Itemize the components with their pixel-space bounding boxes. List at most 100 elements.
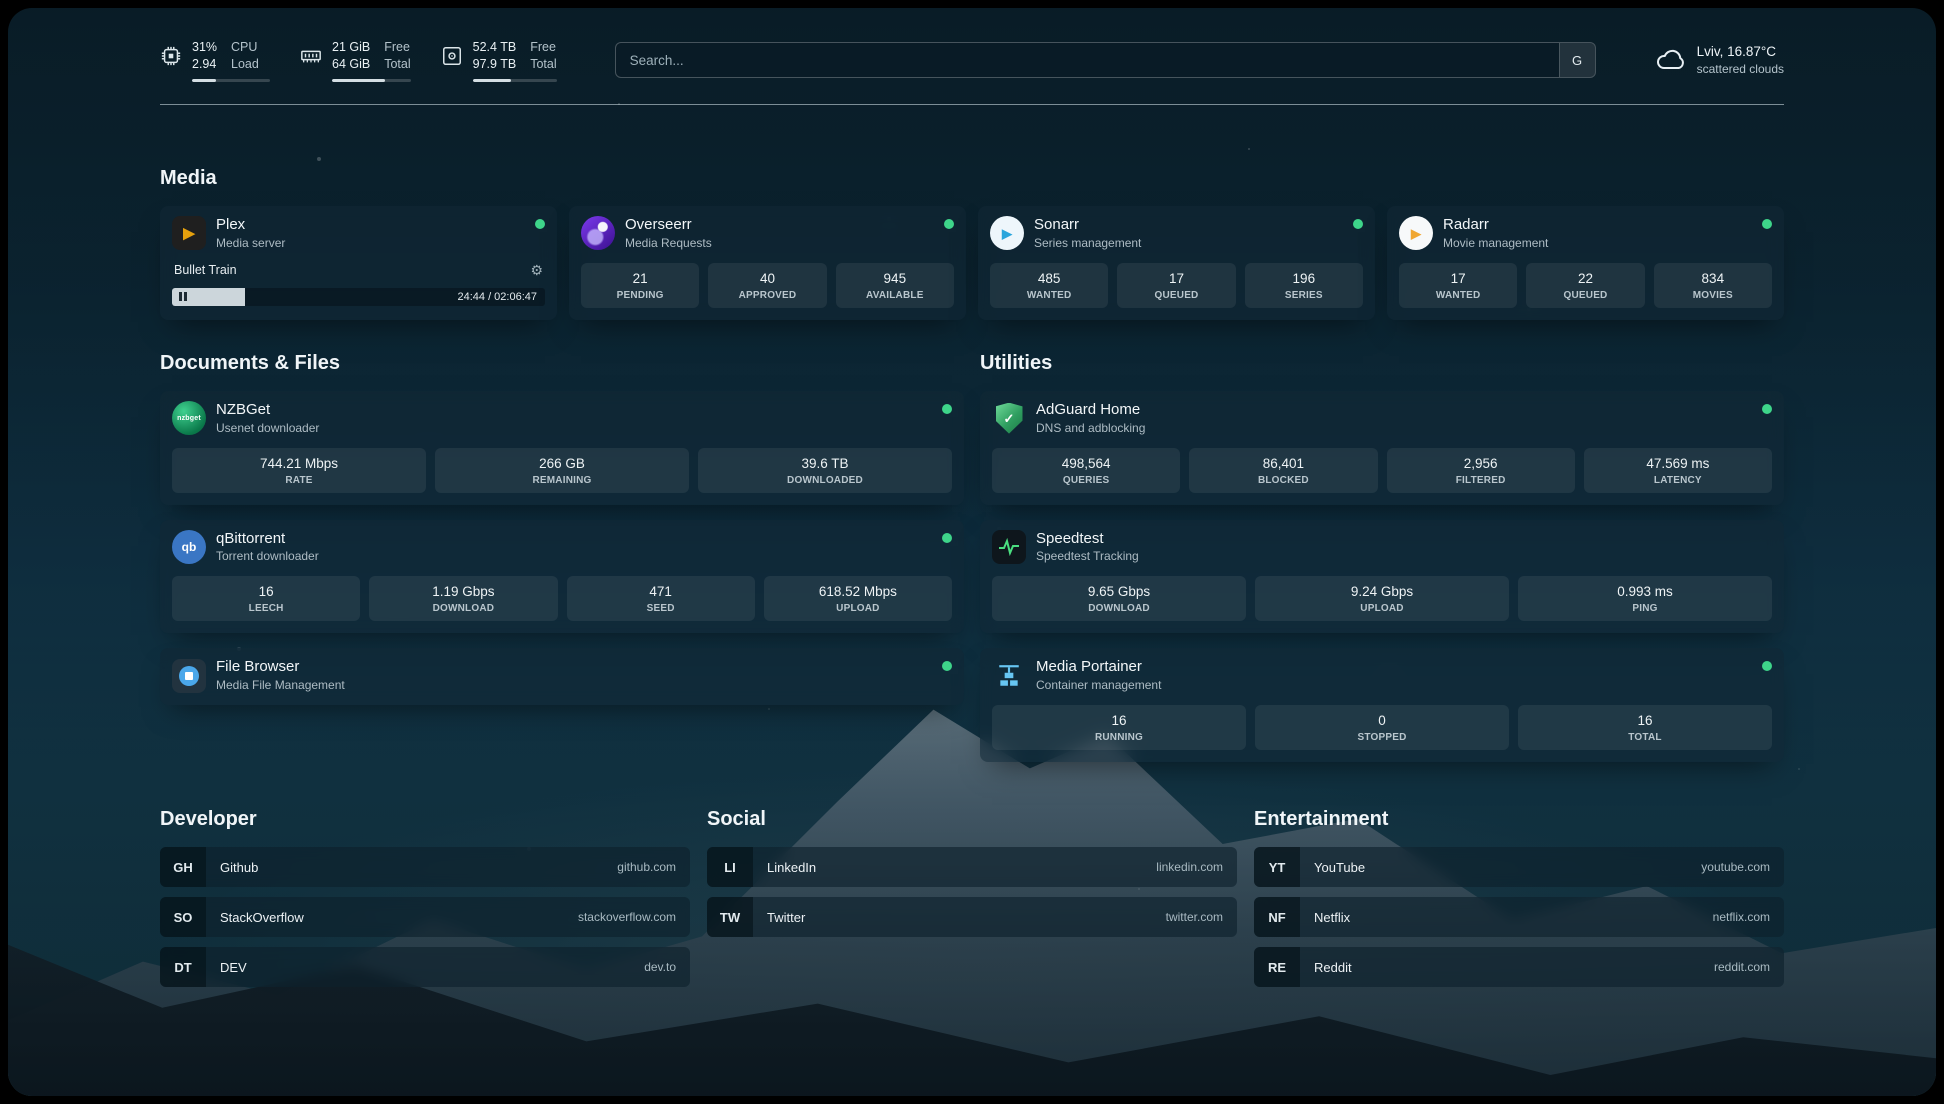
developer-bookmarks: Developer GH Github github.com SO StackO… [160,808,690,987]
stat-approved: 40 APPROVED [708,263,826,308]
service-card-sonarr[interactable]: ▶ Sonarr Series management 485 WANTED 17… [978,206,1375,320]
stat-running: 16 RUNNING [992,705,1246,750]
filebrowser-card-header: File Browser Media File Management [172,658,952,693]
cpu-usage-bar-fill [192,79,216,82]
service-subtitle: Usenet downloader [216,421,319,436]
qbittorrent-card-header: qb qBittorrent Torrent downloader [172,530,952,565]
cpu-load-value: 2.94 [192,56,217,74]
bookmark-name: Netflix [1314,910,1350,925]
topbar-divider [160,104,1784,105]
status-dot [1762,219,1772,229]
service-card-overseerr[interactable]: Overseerr Media Requests 21 PENDING 40 A… [569,206,966,320]
cpu-label-top: CPU [231,39,259,57]
playback-progress-bar[interactable]: 24:44 / 02:06:47 [172,288,545,306]
shield-icon: ✓ [996,403,1023,434]
stat-movies: 834 MOVIES [1654,263,1772,308]
disk-total-value: 97.9 TB [473,56,517,74]
memory-stats: 21 GiB 64 GiB Free Total [332,39,411,82]
bookmark-url: stackoverflow.com [578,910,676,924]
status-dot [1353,219,1363,229]
memory-resource-widget: 21 GiB 64 GiB Free Total [300,39,411,82]
status-dot [1762,661,1772,671]
documents-section: Documents & Files nzbget NZBGet Usenet d… [160,352,964,762]
memory-label-total: Total [384,56,410,74]
disk-label-free: Free [530,39,556,57]
media-section: ▶ Plex Media server Bullet Train ⚙ 24:44… [160,206,1784,320]
bookmark-twitter[interactable]: TW Twitter twitter.com [707,897,1237,937]
speedtest-icon [992,530,1026,564]
now-playing-row: Bullet Train ⚙ [172,260,545,281]
service-name: AdGuard Home [1036,401,1145,420]
bookmark-name: Reddit [1314,960,1352,975]
service-name: Media Portainer [1036,658,1161,677]
service-subtitle: DNS and adblocking [1036,421,1145,436]
service-subtitle: Movie management [1443,236,1548,251]
filebrowser-title-block: File Browser Media File Management [216,658,345,693]
service-name: Plex [216,216,285,235]
service-card-nzbget[interactable]: nzbget NZBGet Usenet downloader 744.21 M… [160,391,964,505]
portainer-icon [992,659,1026,693]
service-name: Sonarr [1034,216,1141,235]
service-name: File Browser [216,658,345,677]
filebrowser-icon [172,659,206,693]
cpu-label-bottom: Load [231,56,259,74]
bookmark-netflix[interactable]: NF Netflix netflix.com [1254,897,1784,937]
service-card-speedtest[interactable]: Speedtest Speedtest Tracking 9.65 Gbps D… [980,520,1784,634]
bookmark-youtube[interactable]: YT YouTube youtube.com [1254,847,1784,887]
disk-usage-bar-fill [473,79,512,82]
documents-section-title: Documents & Files [160,352,964,375]
bookmark-dev[interactable]: DT DEV dev.to [160,947,690,987]
bookmark-abbr: YT [1254,847,1300,887]
bookmark-abbr: LI [707,847,753,887]
stat-available: 945 AVAILABLE [836,263,954,308]
service-card-portainer[interactable]: Media Portainer Container management 16 … [980,648,1784,762]
service-card-plex[interactable]: ▶ Plex Media server Bullet Train ⚙ 24:44… [160,206,557,320]
cpu-resource-widget: 31% 2.94 CPU Load [160,39,270,82]
stat-seed: 471 SEED [567,576,755,621]
bookmark-name: YouTube [1314,860,1365,875]
nzbget-card-header: nzbget NZBGet Usenet downloader [172,401,952,436]
stat-filtered: 2,956 FILTERED [1387,448,1575,493]
stat-queued: 22 QUEUED [1526,263,1644,308]
disk-free-value: 52.4 TB [473,39,517,57]
bookmark-linkedin[interactable]: LI LinkedIn linkedin.com [707,847,1237,887]
memory-usage-bar-fill [332,79,385,82]
disk-resource-widget: 52.4 TB 97.9 TB Free Total [441,39,557,82]
stat-download: 9.65 Gbps DOWNLOAD [992,576,1246,621]
portainer-stats: 16 RUNNING 0 STOPPED 16 TOTAL [992,705,1772,750]
stat-downloaded: 39.6 TB DOWNLOADED [698,448,952,493]
bookmark-reddit[interactable]: RE Reddit reddit.com [1254,947,1784,987]
service-subtitle: Container management [1036,678,1161,693]
social-bookmarks: Social LI LinkedIn linkedin.com TW Twitt… [707,808,1237,987]
service-subtitle: Torrent downloader [216,549,319,564]
search-provider-button[interactable]: G [1559,43,1595,77]
qbittorrent-stats: 16 LEECH 1.19 Gbps DOWNLOAD 471 SEED [172,576,952,621]
dashboard-content: 31% 2.94 CPU Load [8,8,1936,1096]
weather-condition: scattered clouds [1697,61,1784,77]
service-name: qBittorrent [216,530,319,549]
weather-location: Lviv, 16.87°C [1697,43,1784,61]
service-subtitle: Speedtest Tracking [1036,549,1139,564]
stat-queued: 17 QUEUED [1117,263,1235,308]
qbittorrent-title-block: qBittorrent Torrent downloader [216,530,319,565]
nzbget-title-block: NZBGet Usenet downloader [216,401,319,436]
bookmark-stackoverflow[interactable]: SO StackOverflow stackoverflow.com [160,897,690,937]
service-card-filebrowser[interactable]: File Browser Media File Management [160,648,964,705]
stat-remaining: 266 GB REMAINING [435,448,689,493]
service-card-radarr[interactable]: ▶ Radarr Movie management 17 WANTED 22 Q… [1387,206,1784,320]
service-subtitle: Series management [1034,236,1141,251]
radarr-title-block: Radarr Movie management [1443,216,1548,251]
service-name: Speedtest [1036,530,1139,549]
status-dot [535,219,545,229]
service-card-adguard[interactable]: ✓ AdGuard Home DNS and adblocking 498,56… [980,391,1784,505]
stat-queries: 498,564 QUERIES [992,448,1180,493]
bookmark-url: twitter.com [1166,910,1223,924]
bookmark-github[interactable]: GH Github github.com [160,847,690,887]
service-card-qbittorrent[interactable]: qb qBittorrent Torrent downloader 16 LEE… [160,520,964,634]
pause-icon[interactable] [179,292,187,301]
filebrowser-inner-circle [179,666,199,686]
portainer-card-header: Media Portainer Container management [992,658,1772,693]
stat-upload: 9.24 Gbps UPLOAD [1255,576,1509,621]
search-input[interactable] [616,43,1559,77]
gear-icon[interactable]: ⚙ [530,262,543,279]
